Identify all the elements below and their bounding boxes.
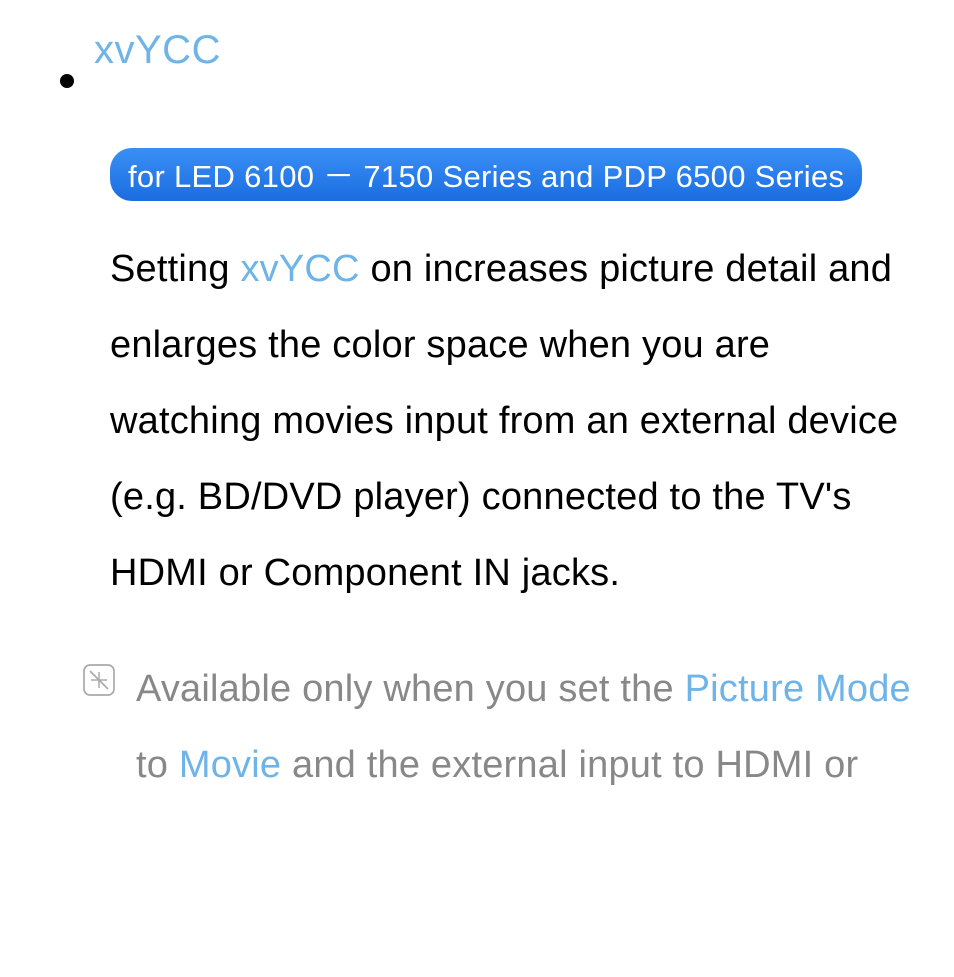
note-hl2: Movie [179,744,281,786]
body-text: Setting xvYCC on increases picture detai… [110,231,914,611]
bullet-title: xvYCC [94,28,221,73]
note-p2: to [136,744,179,786]
bullet-row: xvYCC [60,28,914,73]
series-badge: for LED 6100 － 7150 Series and PDP 6500 … [110,148,862,201]
bullet-dot-icon [60,74,74,88]
body-pre: Setting [110,248,240,290]
note-row: Available only when you set the Picture … [82,651,914,803]
body-highlight: xvYCC [240,248,359,290]
content-block: for LED 6100 － 7150 Series and PDP 6500 … [110,148,914,611]
note-hl1: Picture Mode [685,668,911,710]
note-p3: and the external input to HDMI or [281,744,858,786]
note-icon [82,663,116,697]
body-post: on increases picture detail and enlarges… [110,248,898,594]
note-text: Available only when you set the Picture … [136,651,914,803]
note-p1: Available only when you set the [136,668,685,710]
